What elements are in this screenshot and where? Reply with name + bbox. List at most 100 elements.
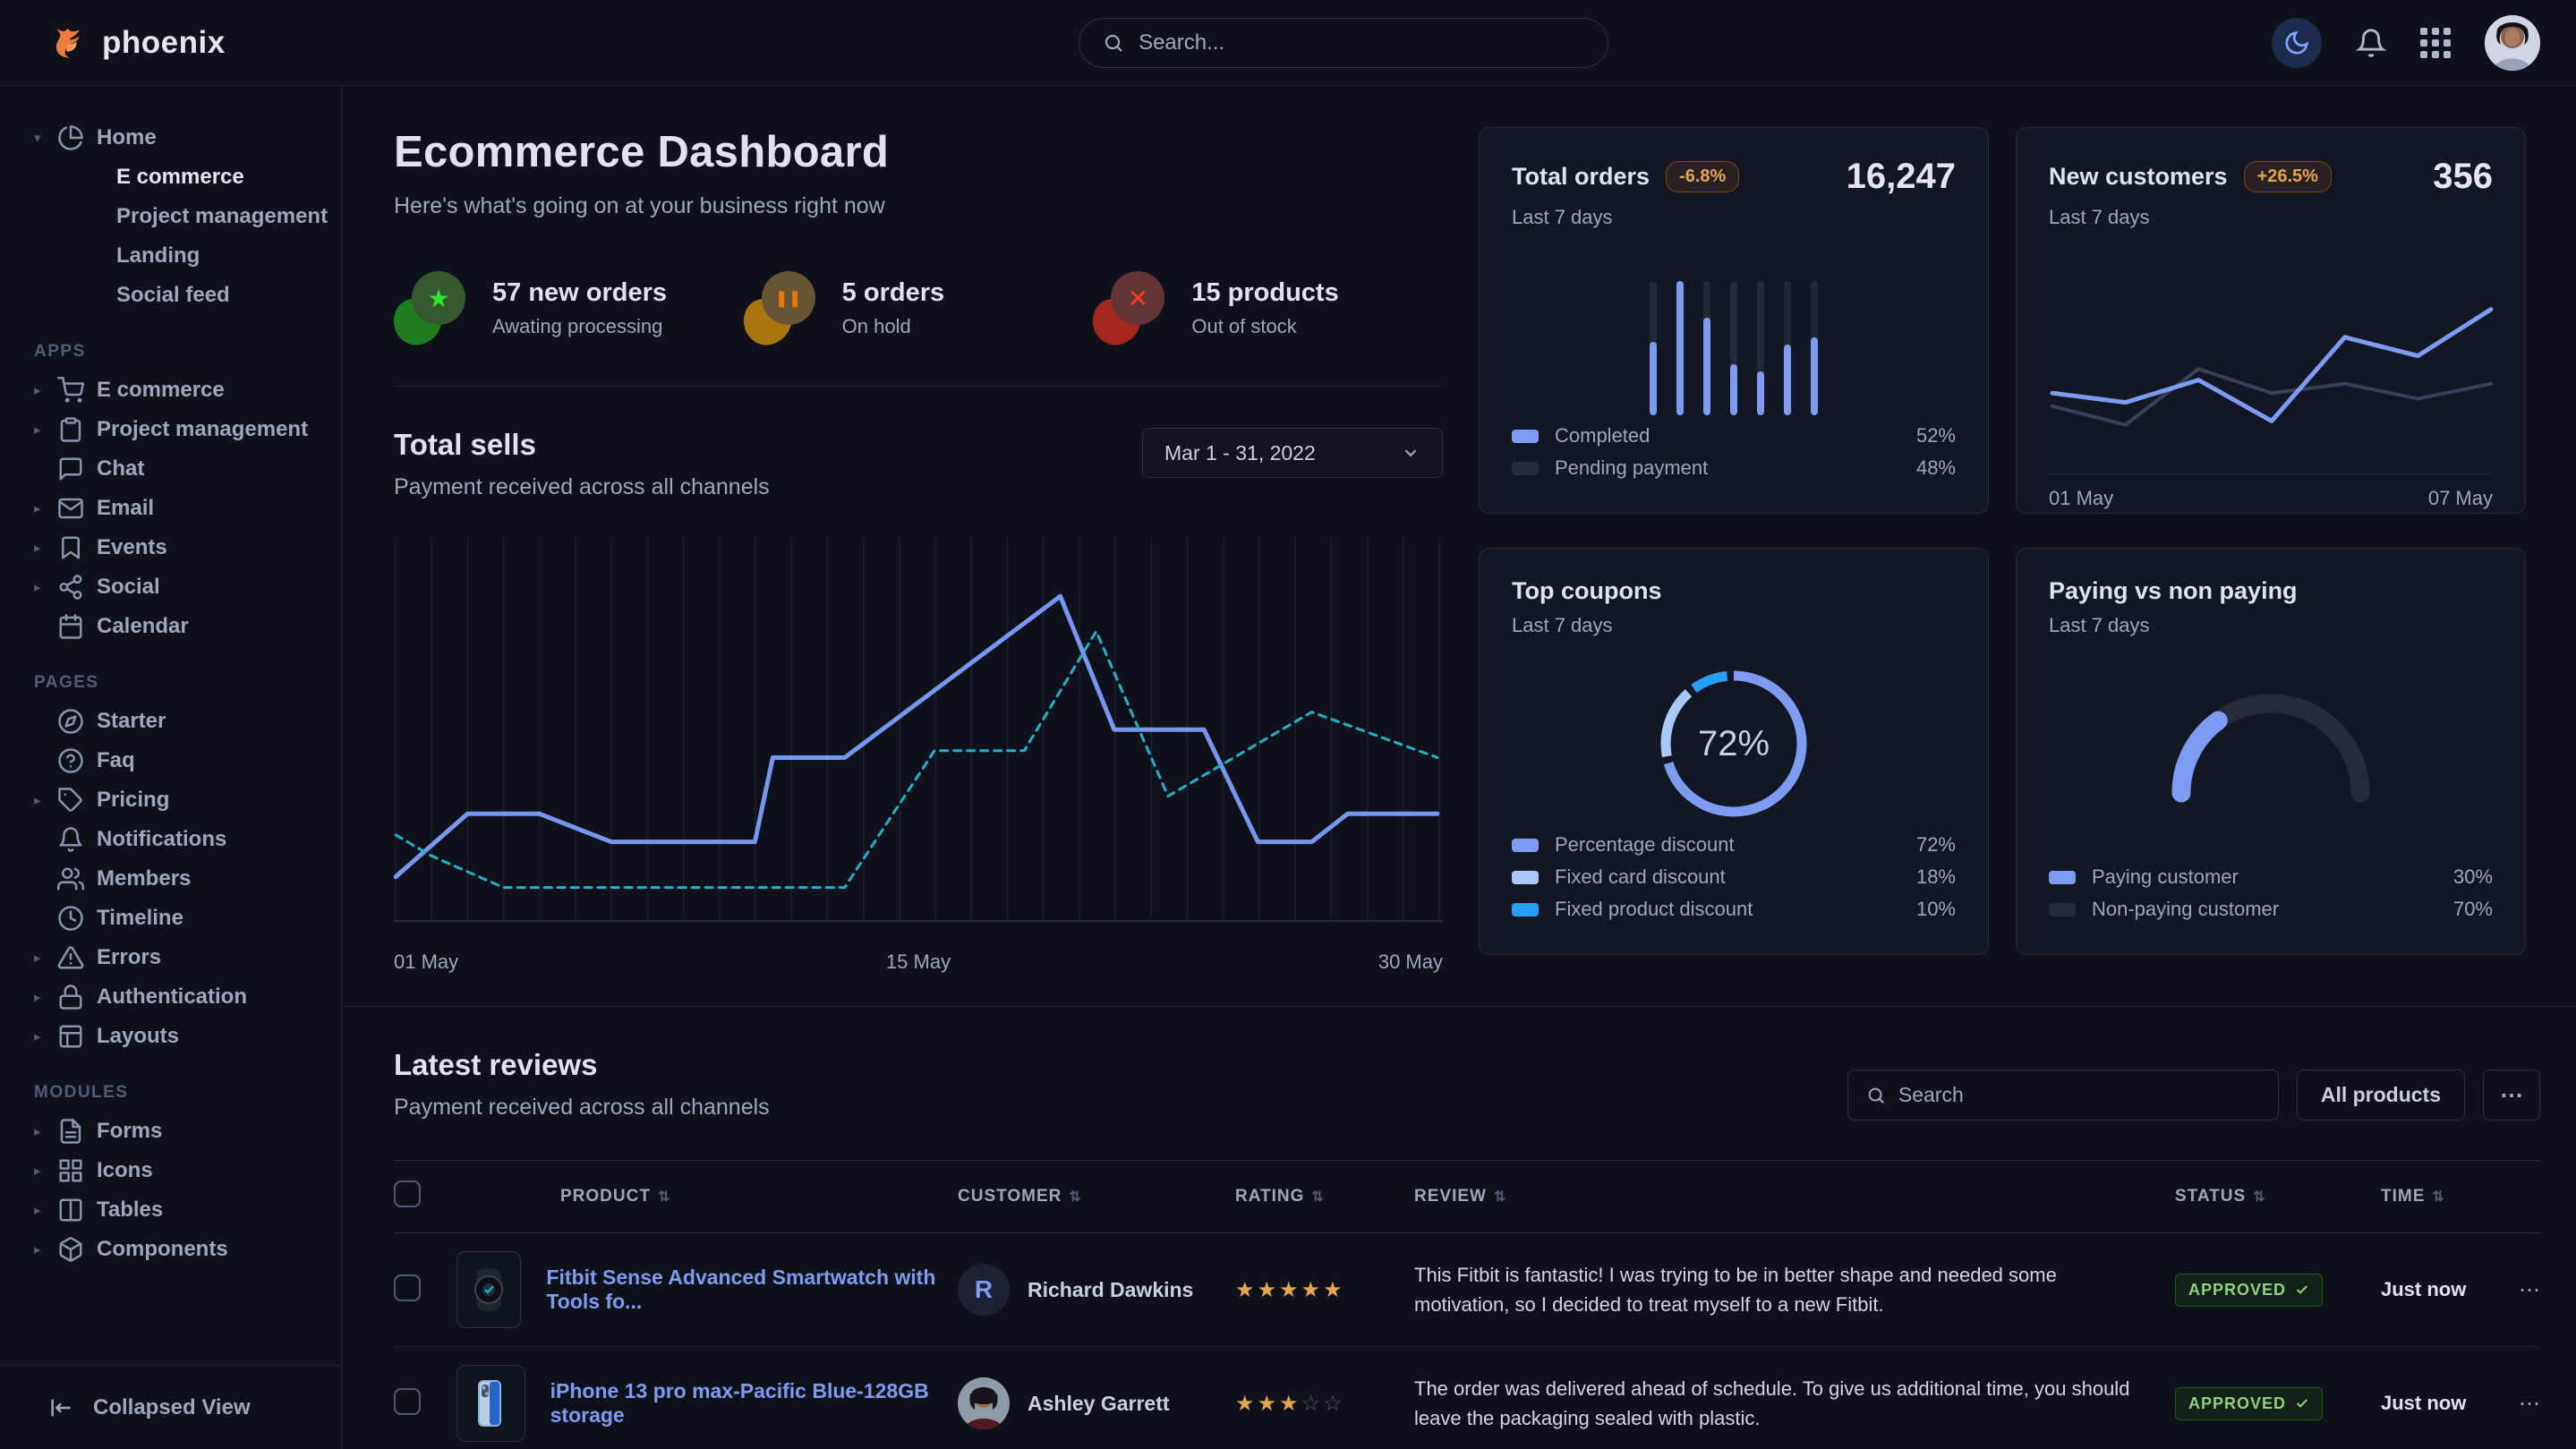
theme-toggle-button[interactable] [2272, 18, 2322, 68]
collapsed-view-toggle[interactable]: Collapsed View [0, 1365, 341, 1449]
bell-icon [57, 826, 84, 853]
column-header-product[interactable]: PRODUCT⇅ [456, 1161, 958, 1233]
customer-avatar: R [958, 1264, 1010, 1316]
column-header-rating[interactable]: RATING⇅ [1235, 1161, 1414, 1233]
sidebar-item-faq[interactable]: Faq [0, 741, 341, 780]
product-thumbnail[interactable] [456, 1251, 521, 1328]
legend-value: 10% [1916, 898, 1956, 921]
sidebar-item-project-management[interactable]: ▸Project management [0, 410, 341, 449]
review-text: The order was delivered ahead of schedul… [1414, 1374, 2166, 1433]
row-checkbox[interactable] [394, 1274, 421, 1301]
paying-gauge-chart [2160, 673, 2382, 812]
reviews-search-input[interactable] [1898, 1083, 2260, 1107]
caret-right-icon: ▸ [34, 1028, 57, 1044]
caret-right-icon: ▸ [34, 1202, 57, 1218]
select-all-checkbox[interactable] [394, 1181, 421, 1207]
sidebar-item-starter[interactable]: Starter [0, 702, 341, 741]
total-sells-chart [394, 531, 1443, 940]
latest-reviews-subtitle: Payment received across all channels [394, 1095, 770, 1121]
pie-chart-icon [57, 124, 84, 151]
global-search[interactable] [1079, 18, 1608, 68]
sidebar-item-layouts[interactable]: ▸Layouts [0, 1017, 341, 1056]
sidebar-subitem-e-commerce[interactable]: E commerce [0, 158, 341, 197]
reviews-search[interactable] [1847, 1070, 2279, 1121]
global-search-input[interactable] [1139, 30, 1584, 55]
stat-label: Awating processing [492, 315, 667, 338]
row-actions-button[interactable]: ⋯ [2497, 1347, 2540, 1449]
check-icon [2295, 1283, 2309, 1297]
review-time: Just now [2381, 1392, 2466, 1414]
bar-track [1757, 281, 1764, 415]
sidebar-item-events[interactable]: ▸Events [0, 528, 341, 567]
sidebar-item-pricing[interactable]: ▸Pricing [0, 780, 341, 820]
sidebar-item-home[interactable]: ▾ Home [0, 118, 341, 158]
sidebar-item-members[interactable]: Members [0, 859, 341, 899]
sidebar-item-label: Events [97, 535, 167, 560]
column-header-customer[interactable]: CUSTOMER⇅ [958, 1161, 1235, 1233]
new-customers-x-labels: 01 May07 May [2049, 474, 2493, 510]
sidebar-item-chat[interactable]: Chat [0, 449, 341, 489]
all-products-button[interactable]: All products [2297, 1070, 2465, 1121]
customer-avatar [958, 1377, 1010, 1429]
sidebar-item-timeline[interactable]: Timeline [0, 899, 341, 938]
clock-icon [57, 905, 84, 932]
legend-row: Pending payment48% [1512, 452, 1956, 484]
check-icon [2295, 1396, 2309, 1411]
sidebar-subitem-social-feed[interactable]: Social feed [0, 276, 341, 315]
stat-item: ✕15 productsOut of stock [1093, 269, 1443, 346]
sidebar-item-calendar[interactable]: Calendar [0, 607, 341, 646]
sidebar-item-e-commerce[interactable]: ▸E commerce [0, 371, 341, 410]
grid-icon [57, 1157, 84, 1184]
new-customers-svg [2049, 256, 2495, 469]
caret-right-icon: ▸ [34, 1241, 57, 1257]
column-header-time[interactable]: TIME⇅ [2381, 1161, 2497, 1233]
stat-value: 5 orders [842, 278, 944, 308]
sidebar-item-authentication[interactable]: ▸Authentication [0, 977, 341, 1017]
date-range-select[interactable]: Mar 1 - 31, 2022 [1142, 428, 1443, 478]
sidebar-item-forms[interactable]: ▸Forms [0, 1112, 341, 1151]
message-square-icon [57, 456, 84, 482]
bell-icon[interactable] [2356, 28, 2386, 58]
product-link[interactable]: iPhone 13 pro max-Pacific Blue-128GB sto… [550, 1379, 958, 1428]
sidebar-item-tables[interactable]: ▸Tables [0, 1190, 341, 1230]
caret-right-icon: ▸ [34, 950, 57, 966]
card-title: Total orders [1512, 163, 1650, 191]
column-header-review[interactable]: REVIEW⇅ [1414, 1161, 2175, 1233]
user-avatar[interactable] [2485, 15, 2540, 71]
calendar-icon [57, 613, 84, 640]
donut-center-value: 72% [1651, 661, 1817, 827]
sidebar-item-icons[interactable]: ▸Icons [0, 1151, 341, 1190]
status-badge: APPROVED [2175, 1387, 2323, 1420]
total-sells-x-labels: 01 May15 May30 May [394, 950, 1443, 974]
bar-fill [1703, 318, 1710, 416]
row-checkbox[interactable] [394, 1388, 421, 1415]
sidebar-item-email[interactable]: ▸Email [0, 489, 341, 528]
legend-value: 30% [2453, 865, 2493, 889]
sidebar-subitem-label: Project management [116, 204, 328, 229]
clipboard-icon [57, 416, 84, 443]
apps-grid-icon[interactable] [2420, 28, 2451, 58]
bar-track [1784, 281, 1791, 415]
sort-icon: ⇅ [2253, 1189, 2265, 1205]
product-link[interactable]: Fitbit Sense Advanced Smartwatch with To… [546, 1266, 958, 1314]
top-navbar: phoenix [0, 0, 2576, 86]
sidebar-subitem-landing[interactable]: Landing [0, 236, 341, 276]
bar-track [1811, 281, 1818, 415]
paying-card: Paying vs non paying Last 7 days Paying … [2016, 548, 2526, 955]
sidebar-item-label: Home [97, 125, 157, 150]
product-thumbnail[interactable] [456, 1365, 525, 1442]
brand-logo[interactable]: phoenix [48, 23, 226, 63]
sidebar-item-errors[interactable]: ▸Errors [0, 938, 341, 977]
shopping-cart-icon [57, 377, 84, 404]
sidebar-item-label: Members [97, 866, 191, 891]
column-header-status[interactable]: STATUS⇅ [2175, 1161, 2381, 1233]
sidebar-item-notifications[interactable]: Notifications [0, 820, 341, 859]
sidebar-item-social[interactable]: ▸Social [0, 567, 341, 607]
more-options-button[interactable]: ⋯ [2483, 1070, 2540, 1121]
row-actions-button[interactable]: ⋯ [2497, 1233, 2540, 1347]
caret-down-icon: ▾ [34, 130, 57, 146]
columns-icon [57, 1197, 84, 1223]
sidebar-subitem-project-management[interactable]: Project management [0, 197, 341, 236]
sidebar-item-components[interactable]: ▸Components [0, 1230, 341, 1269]
sidebar-item-label: Forms [97, 1119, 162, 1144]
